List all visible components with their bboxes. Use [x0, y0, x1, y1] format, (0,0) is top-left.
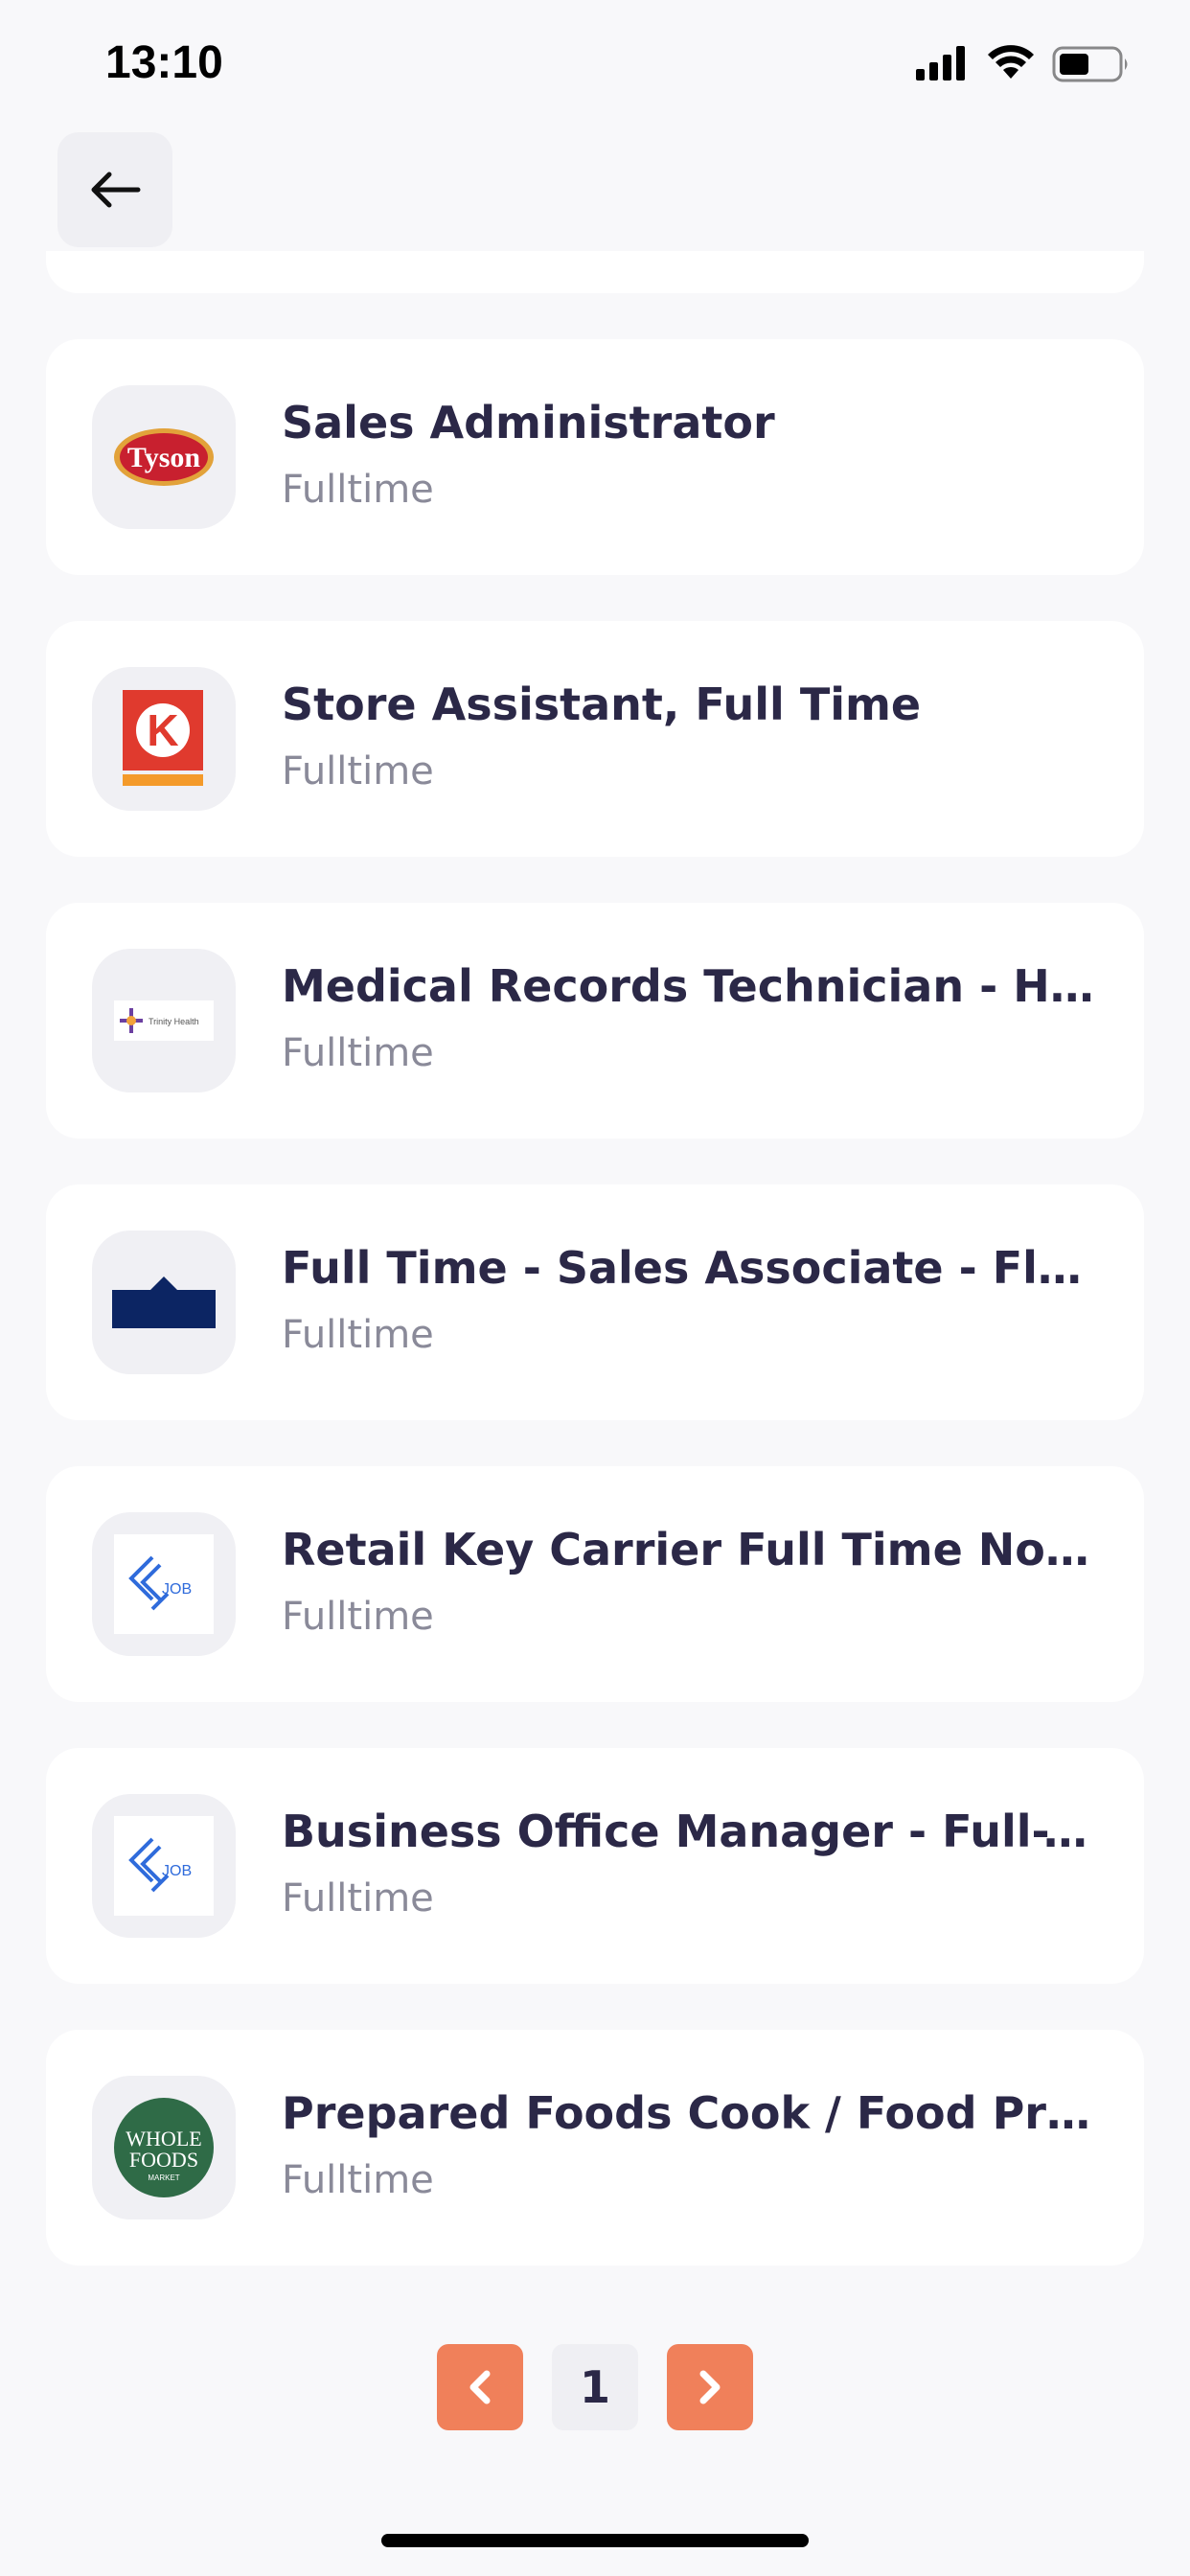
trinity-health-logo: Trinity Health	[114, 1000, 214, 1041]
circle-k-logo: K	[123, 690, 203, 786]
svg-text:MARKET: MARKET	[148, 2174, 179, 2182]
job-card[interactable]: Full Time - Sales Associate - Floo... Fu…	[46, 1184, 1144, 1420]
svg-text:JOB: JOB	[162, 1581, 192, 1598]
current-page-number[interactable]: 1	[552, 2344, 638, 2430]
svg-text:K: K	[147, 705, 178, 755]
job-title: Sales Administrator	[282, 397, 775, 448]
store-building-logo	[112, 1276, 216, 1328]
job-type: Fulltime	[282, 2158, 434, 2202]
job-logo: JOB	[114, 1534, 214, 1634]
job-type: Fulltime	[282, 1595, 434, 1639]
job-type: Fulltime	[282, 1876, 434, 1920]
pagination: 1	[0, 2344, 1190, 2430]
job-card[interactable]: Tyson Sales Administrator Fulltime	[46, 339, 1144, 575]
job-title: Full Time - Sales Associate - Floo...	[282, 1242, 1096, 1294]
status-time: 13:10	[105, 37, 223, 88]
svg-text:Trinity Health: Trinity Health	[149, 1017, 199, 1026]
job-card[interactable]: WHOLE FOODS MARKET Prepared Foods Cook /…	[46, 2030, 1144, 2266]
wifi-icon	[988, 45, 1034, 79]
svg-text:Tyson: Tyson	[127, 442, 200, 473]
job-card[interactable]: JOB Retail Key Carrier Full Time Now... …	[46, 1466, 1144, 1702]
company-logo: K	[92, 667, 236, 811]
svg-text:JOB: JOB	[162, 1863, 192, 1879]
company-logo: Trinity Health	[92, 949, 236, 1092]
company-logo	[92, 1230, 236, 1374]
tyson-logo: Tyson	[114, 428, 214, 486]
battery-icon	[1052, 46, 1128, 82]
job-title: Business Office Manager - Full-Ti...	[282, 1806, 1096, 1857]
svg-text:FOODS: FOODS	[129, 2148, 198, 2172]
arrow-left-icon	[91, 172, 141, 208]
chevron-right-icon	[699, 2370, 721, 2404]
job-type: Fulltime	[282, 1313, 434, 1357]
home-indicator[interactable]	[381, 2534, 809, 2547]
job-card-partial[interactable]	[46, 251, 1144, 293]
company-logo: Tyson	[92, 385, 236, 529]
job-card[interactable]: JOB Business Office Manager - Full-Ti...…	[46, 1748, 1144, 1984]
job-type: Fulltime	[282, 1031, 434, 1075]
company-logo: JOB	[92, 1794, 236, 1938]
company-logo: WHOLE FOODS MARKET	[92, 2076, 236, 2220]
chevron-left-icon	[469, 2370, 491, 2404]
back-button[interactable]	[57, 132, 172, 247]
job-title: Medical Records Technician - HI...	[282, 960, 1096, 1012]
job-title: Store Assistant, Full Time	[282, 678, 922, 730]
company-logo: JOB	[92, 1512, 236, 1656]
job-card[interactable]: Trinity Health Medical Records Technicia…	[46, 903, 1144, 1138]
whole-foods-logo: WHOLE FOODS MARKET	[114, 2098, 214, 2197]
job-type: Fulltime	[282, 468, 434, 512]
job-title: Retail Key Carrier Full Time Now...	[282, 1524, 1096, 1576]
cellular-signal-icon	[916, 46, 965, 80]
job-title: Prepared Foods Cook / Food Pro...	[282, 2087, 1096, 2139]
next-page-button[interactable]	[667, 2344, 753, 2430]
previous-page-button[interactable]	[437, 2344, 523, 2430]
job-type: Fulltime	[282, 749, 434, 794]
job-card[interactable]: K Store Assistant, Full Time Fulltime	[46, 621, 1144, 857]
job-logo: JOB	[114, 1816, 214, 1916]
status-bar: 13:10	[0, 0, 1190, 125]
